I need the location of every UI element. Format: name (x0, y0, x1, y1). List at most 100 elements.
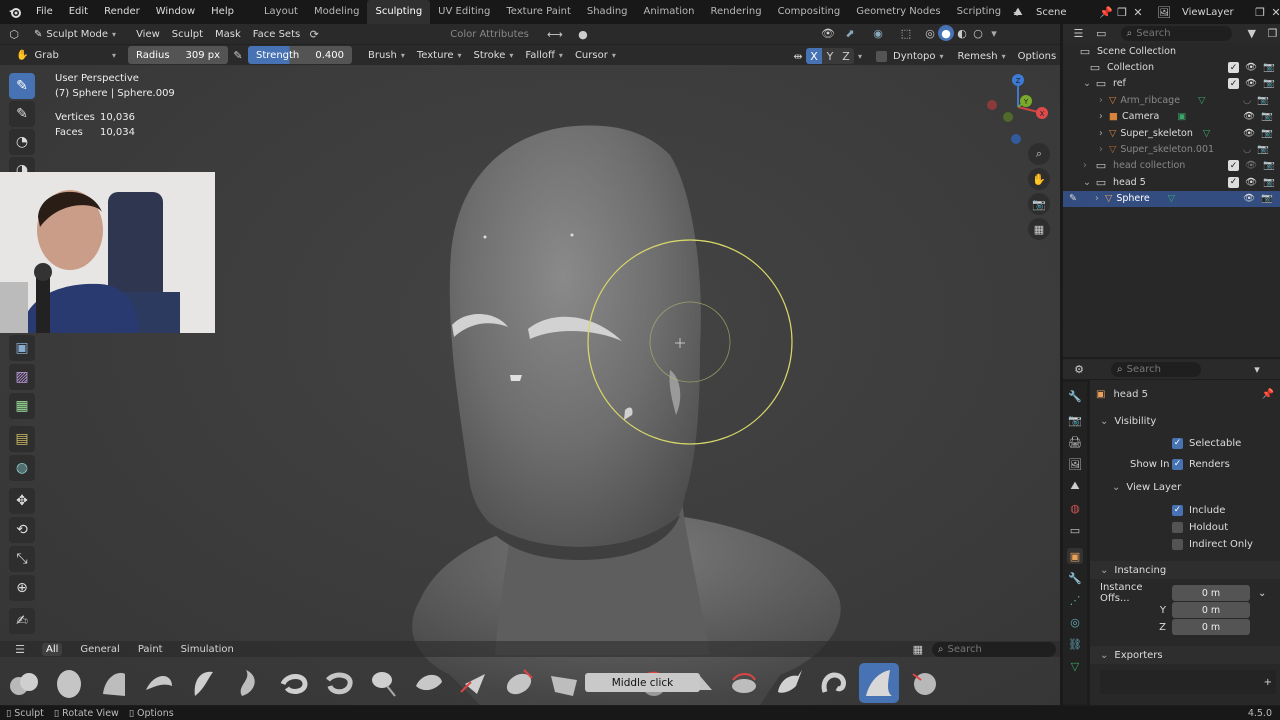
dyntopo-checkbox[interactable]: ✓ (876, 50, 888, 62)
workspace-tab-texture-paint[interactable]: Texture Paint (498, 0, 579, 24)
brush-layer[interactable] (409, 663, 449, 703)
smooth-tool[interactable]: ✎ (9, 101, 35, 127)
shelf-grid-icon[interactable]: ▦ (910, 641, 926, 657)
editor-type-icon[interactable]: ⬡ (6, 26, 22, 42)
brush-draw-sharp[interactable] (229, 663, 269, 703)
eye-icon[interactable]: 👁 (1245, 62, 1257, 73)
gizmo-neg-z-axis[interactable] (1011, 134, 1021, 144)
camera-render-icon[interactable]: 📷 (1261, 193, 1273, 204)
menu-view[interactable]: View (130, 25, 166, 43)
brush-blob[interactable] (4, 663, 44, 703)
eye-icon[interactable]: 👁 (1245, 177, 1257, 188)
camera-view-icon[interactable]: 📷 (1028, 193, 1050, 215)
dyntopo-dropdown[interactable]: Dyntopo ▾ (887, 47, 949, 65)
menu-edit[interactable]: Edit (61, 0, 96, 24)
menu-file[interactable]: File (28, 0, 61, 24)
chevron-down-icon[interactable]: ▾ (858, 52, 862, 61)
workspace-tab-sculpting[interactable]: Sculpting (367, 0, 431, 24)
eye-icon[interactable]: 👁 (1245, 160, 1257, 171)
gizmo-toggle-icon[interactable]: ⬈ (842, 25, 858, 41)
strength-field[interactable]: Strength 0.400 (248, 46, 352, 64)
world-tab-icon[interactable]: ◍ (1067, 500, 1083, 516)
falloff-dropdown[interactable]: Falloff ▾ (519, 46, 569, 64)
eye-icon[interactable]: 👁 (1243, 128, 1255, 139)
brush-inflate[interactable] (364, 663, 404, 703)
camera-render-icon[interactable]: 📷 (1261, 128, 1273, 139)
solid-shading-icon[interactable]: ● (938, 25, 954, 41)
properties-search[interactable]: ⌕ Search (1111, 361, 1201, 377)
brush-nudge[interactable] (454, 663, 494, 703)
camera-render-icon[interactable]: 📷 (1263, 160, 1275, 171)
transform-tool-icon[interactable]: ⊕ (9, 575, 35, 601)
annotate-tool-icon[interactable]: ✍ (9, 608, 35, 634)
expand-chevron-icon[interactable]: ⌄ (1083, 177, 1093, 188)
visibility-icon[interactable]: 👁 (820, 25, 836, 41)
outliner-search[interactable]: ⌕ Search (1120, 26, 1233, 41)
exclude-checkbox[interactable]: ✓ (1228, 160, 1239, 172)
collection-tab-icon[interactable]: ▭ (1067, 522, 1083, 538)
brush-crease[interactable] (139, 663, 179, 703)
brush-rotate[interactable] (814, 663, 854, 703)
mode-selector[interactable]: ✎ Sculpt Mode ▾ (28, 25, 122, 43)
remove-scene-icon[interactable]: ✕ (1130, 4, 1146, 20)
expand-chevron-icon[interactable]: › (1083, 160, 1093, 171)
duplicate-scene-icon[interactable]: ❐ (1114, 4, 1130, 20)
camera-render-icon[interactable]: 📷 (1261, 111, 1273, 122)
outliner-row-sphere[interactable]: ✎ › ▽ Sphere ▽ 👁 📷 (1063, 190, 1280, 207)
holdout-row[interactable]: ✓ Holdout (1090, 519, 1280, 535)
chevron-down-icon[interactable]: ⌄ (1258, 588, 1266, 599)
overlay-toggle-icon[interactable]: ◉ (870, 25, 886, 41)
view-layer-selector[interactable]: 🖼 ViewLayer ❐ ✕ (1156, 3, 1280, 21)
pan-hand-icon[interactable]: ✋ (1028, 168, 1050, 190)
outliner-row-collection[interactable]: ▭ Collection ✓ 👁 📷 (1063, 59, 1280, 75)
remove-view-layer-icon[interactable]: ✕ (1268, 4, 1280, 20)
outliner-editor-icon[interactable]: ☰ (1071, 26, 1086, 42)
brush-twist[interactable] (724, 663, 764, 703)
brush-scrape[interactable] (544, 663, 584, 703)
zoom-icon[interactable]: ⌕ (1028, 143, 1050, 165)
shelf-tab-all[interactable]: All (42, 642, 63, 656)
move-tool-icon[interactable]: ✥ (9, 488, 35, 514)
brush-grab[interactable] (859, 663, 899, 703)
pin-icon[interactable]: 📌 (1098, 4, 1114, 20)
eye-icon[interactable]: 👁 (1245, 78, 1257, 89)
texture-dropdown[interactable]: Texture ▾ (411, 46, 468, 64)
constraints-tab-icon[interactable]: ⛓ (1067, 636, 1083, 652)
duplicate-view-layer-icon[interactable]: ❐ (1252, 4, 1268, 20)
cursor-dropdown[interactable]: Cursor ▾ (569, 46, 622, 64)
holdout-checkbox[interactable]: ✓ (1172, 521, 1183, 533)
indirect-only-row[interactable]: ✓ Indirect Only (1090, 536, 1280, 552)
instance-offset-x-field[interactable]: 0 m (1172, 585, 1250, 601)
workspace-tab-uv-editing[interactable]: UV Editing (430, 0, 498, 24)
include-checkbox[interactable]: ✓ (1172, 504, 1183, 516)
blender-logo-icon[interactable] (6, 4, 24, 20)
brush-grab-active[interactable] (904, 663, 944, 703)
indirect-only-checkbox[interactable]: ✓ (1172, 538, 1183, 550)
brush-pinch[interactable] (499, 663, 539, 703)
properties-editor-icon[interactable]: ⚙ (1071, 361, 1087, 377)
outliner-row-super-skeleton-001[interactable]: › ▽ Super_skeleton.001 ◡ 📷 (1063, 141, 1280, 157)
pin-icon[interactable]: 📌 (1262, 389, 1274, 400)
box-hide-icon[interactable]: ▨ (9, 364, 35, 390)
instancing-section[interactable]: ⌄ Instancing (1090, 561, 1280, 579)
draw-brush-tool[interactable]: ✎ (9, 73, 35, 99)
new-collection-icon[interactable]: ❐ (1265, 26, 1280, 42)
object-tab-icon[interactable]: ▣ (1067, 548, 1083, 564)
expand-chevron-icon[interactable]: › (1099, 95, 1109, 106)
workspace-tab-rendering[interactable]: Rendering (702, 0, 769, 24)
scene-collection-row[interactable]: ▭ Scene Collection (1063, 43, 1280, 59)
instance-offset-z-field[interactable]: 0 m (1172, 619, 1250, 635)
exclude-checkbox[interactable]: ✓ (1228, 176, 1239, 188)
outliner-row-ref[interactable]: ⌄ ▭ ref ✓ 👁 📷 (1063, 76, 1280, 92)
grid-projection-icon[interactable]: ▦ (1028, 218, 1050, 240)
scene-tab-icon[interactable]: ⛰ (1067, 478, 1083, 494)
shelf-tab-simulation[interactable]: Simulation (181, 644, 234, 655)
brush-dropdown[interactable]: Brush ▾ (362, 46, 411, 64)
mask-tool[interactable]: ◔ (9, 129, 35, 155)
remesh-dropdown[interactable]: Remesh ▾ (952, 47, 1012, 65)
particles-tab-icon[interactable]: ⋰ (1067, 592, 1083, 608)
camera-render-icon[interactable]: 📷 (1257, 95, 1269, 106)
shading-options-icon[interactable]: ▾ (986, 25, 1002, 41)
brush-fill[interactable] (319, 663, 359, 703)
view-layer-section[interactable]: ⌄ View Layer (1090, 478, 1280, 496)
